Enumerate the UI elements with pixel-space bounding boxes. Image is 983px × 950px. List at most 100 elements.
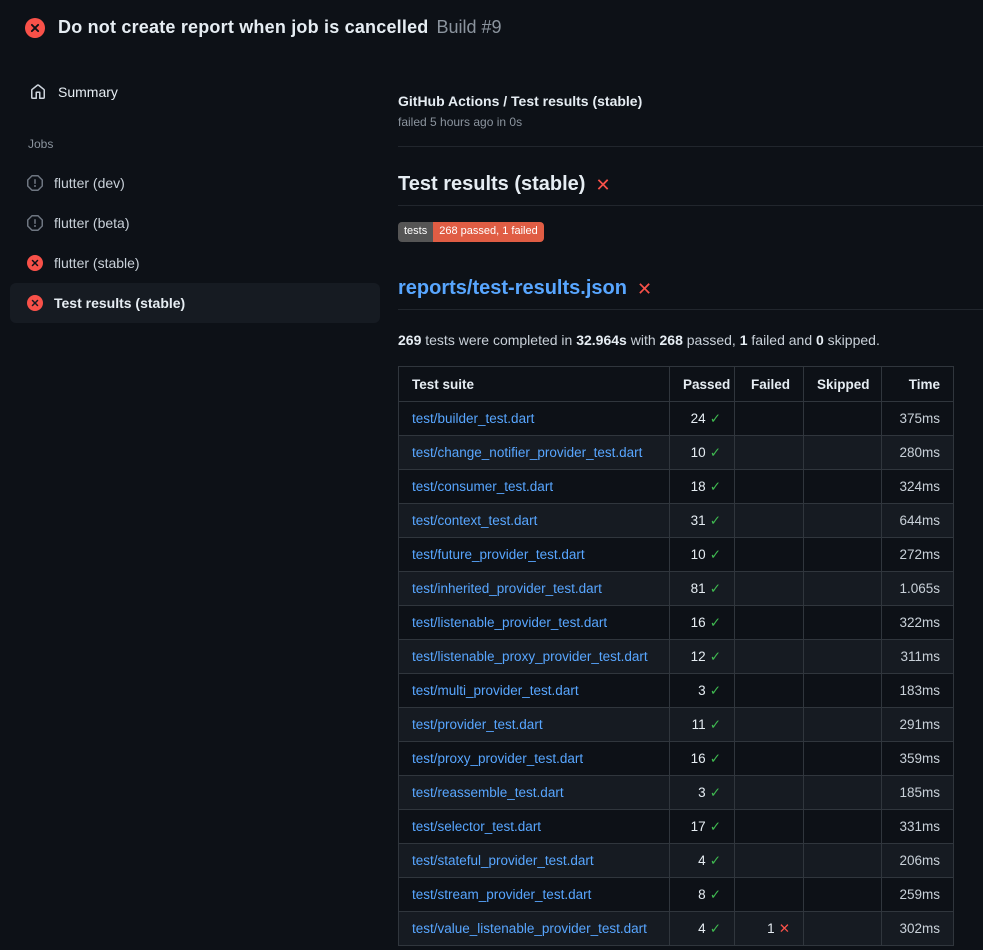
- column-header-failed: Failed: [735, 367, 804, 402]
- failed-cell: [735, 708, 804, 742]
- table-row: test/context_test.dart 31✓ 644ms: [399, 504, 954, 538]
- failed-cell: [735, 606, 804, 640]
- test-suite-link[interactable]: test/future_provider_test.dart: [412, 547, 585, 562]
- run-status-line: failed 5 hours ago in 0s: [398, 115, 983, 129]
- passed-cell: 12✓: [670, 640, 735, 674]
- sidebar-item-flutter-dev[interactable]: flutter (dev): [10, 163, 380, 203]
- failed-cell: [735, 640, 804, 674]
- total-count: 269: [398, 332, 421, 348]
- failed-cell: [735, 878, 804, 912]
- table-row: test/builder_test.dart24✓375ms: [399, 402, 954, 436]
- test-suite-link[interactable]: test/change_notifier_provider_test.dart: [412, 445, 642, 460]
- skipped-cell: [804, 708, 882, 742]
- time-cell: 324ms: [882, 470, 954, 504]
- test-suite-link[interactable]: test/listenable_provider_test.dart: [412, 615, 607, 630]
- table-row: test/listenable_proxy_provider_test.dart…: [399, 640, 954, 674]
- test-suite-link[interactable]: test/reassemble_test.dart: [412, 785, 564, 800]
- check-icon: ✓: [710, 547, 721, 562]
- passed-cell: 31✓: [670, 504, 735, 538]
- check-icon: ✓: [710, 445, 721, 460]
- passed-cell: 8✓: [670, 878, 735, 912]
- test-suite-link[interactable]: test/consumer_test.dart: [412, 479, 553, 494]
- skipped-cell: [804, 470, 882, 504]
- passed-total: 268: [660, 332, 683, 348]
- failed-status-icon: [25, 18, 45, 38]
- passed-count: 4: [698, 921, 706, 936]
- failed-cell: [735, 742, 804, 776]
- skipped-total: 0: [816, 332, 824, 348]
- test-suite-link[interactable]: test/provider_test.dart: [412, 717, 543, 732]
- skipped-cell: [804, 538, 882, 572]
- section-title: Test results (stable) ✕: [398, 173, 983, 206]
- test-suite-link[interactable]: test/proxy_provider_test.dart: [412, 751, 583, 766]
- test-suite-link[interactable]: test/value_listenable_provider_test.dart: [412, 921, 647, 936]
- table-row: test/stream_provider_test.dart 8✓ 259ms: [399, 878, 954, 912]
- table-header-row: Test suite Passed Failed Skipped Time: [399, 367, 954, 402]
- passed-cell: 3✓: [670, 674, 735, 708]
- check-icon: ✓: [710, 683, 721, 698]
- skipped-cell: [804, 776, 882, 810]
- passed-cell: 17✓: [670, 810, 735, 844]
- test-suite-link[interactable]: test/stream_provider_test.dart: [412, 887, 591, 902]
- table-row: test/multi_provider_test.dart 3✓ 183ms: [399, 674, 954, 708]
- passed-cell: 4✓: [670, 844, 735, 878]
- skipped-cell: [804, 810, 882, 844]
- time-cell: 259ms: [882, 878, 954, 912]
- passed-cell: 10✓: [670, 436, 735, 470]
- report-file-heading[interactable]: reports/test-results.json ✕: [398, 277, 983, 310]
- skipped-cell: [804, 436, 882, 470]
- table-row: test/provider_test.dart11✓291ms: [399, 708, 954, 742]
- test-suite-link[interactable]: test/selector_test.dart: [412, 819, 541, 834]
- failed-status-icon: [27, 255, 43, 271]
- time-cell: 375ms: [882, 402, 954, 436]
- passed-count: 12: [691, 649, 706, 664]
- skipped-cell: [804, 742, 882, 776]
- test-suite-link[interactable]: test/inherited_provider_test.dart: [412, 581, 602, 596]
- time-cell: 272ms: [882, 538, 954, 572]
- sidebar-item-flutter-beta[interactable]: flutter (beta): [10, 203, 380, 243]
- sidebar-item-flutter-stable[interactable]: flutter (stable): [10, 243, 380, 283]
- passed-count: 8: [698, 887, 706, 902]
- skipped-cell: [804, 402, 882, 436]
- sidebar-item-test-results-stable[interactable]: Test results (stable): [10, 283, 380, 323]
- sidebar-job-label: flutter (stable): [54, 255, 140, 271]
- test-suite-link[interactable]: test/context_test.dart: [412, 513, 537, 528]
- failed-cell: [735, 776, 804, 810]
- failed-cell: [735, 844, 804, 878]
- test-suite-link[interactable]: test/builder_test.dart: [412, 411, 534, 426]
- check-icon: ✓: [710, 615, 721, 630]
- table-row: test/selector_test.dart17✓331ms: [399, 810, 954, 844]
- table-row: test/value_listenable_provider_test.dart…: [399, 912, 954, 946]
- test-suite-link[interactable]: test/stateful_provider_test.dart: [412, 853, 594, 868]
- badge-label: tests: [398, 222, 433, 242]
- table-row: test/consumer_test.dart18✓324ms: [399, 470, 954, 504]
- skipped-cell: [804, 504, 882, 538]
- failed-cell: [735, 572, 804, 606]
- failed-cell: 1✕: [735, 912, 804, 946]
- duration: 32.964s: [576, 332, 627, 348]
- passed-cell: 16✓: [670, 606, 735, 640]
- passed-count: 31: [691, 513, 706, 528]
- skipped-cell: [804, 640, 882, 674]
- check-icon: ✓: [710, 819, 721, 834]
- time-cell: 183ms: [882, 674, 954, 708]
- check-icon: ✓: [710, 717, 721, 732]
- section-title-text: Test results (stable): [398, 173, 585, 196]
- time-cell: 322ms: [882, 606, 954, 640]
- skipped-cell: [804, 912, 882, 946]
- test-suite-link[interactable]: test/listenable_proxy_provider_test.dart: [412, 649, 648, 664]
- jobs-section-label: Jobs: [28, 137, 390, 151]
- column-header-passed: Passed: [670, 367, 735, 402]
- passed-cell: 16✓: [670, 742, 735, 776]
- test-suite-link[interactable]: test/multi_provider_test.dart: [412, 683, 579, 698]
- sidebar-item-summary[interactable]: Summary: [0, 78, 390, 106]
- time-cell: 644ms: [882, 504, 954, 538]
- report-file-link[interactable]: reports/test-results.json: [398, 277, 627, 300]
- sidebar-job-label: Test results (stable): [54, 295, 185, 311]
- time-cell: 291ms: [882, 708, 954, 742]
- time-cell: 359ms: [882, 742, 954, 776]
- passed-count: 4: [698, 853, 706, 868]
- jobs-list: flutter (dev) flutter (beta) flutter (st…: [0, 163, 390, 323]
- badge-value: 268 passed, 1 failed: [433, 222, 543, 242]
- failed-x-icon: ✕: [595, 176, 610, 194]
